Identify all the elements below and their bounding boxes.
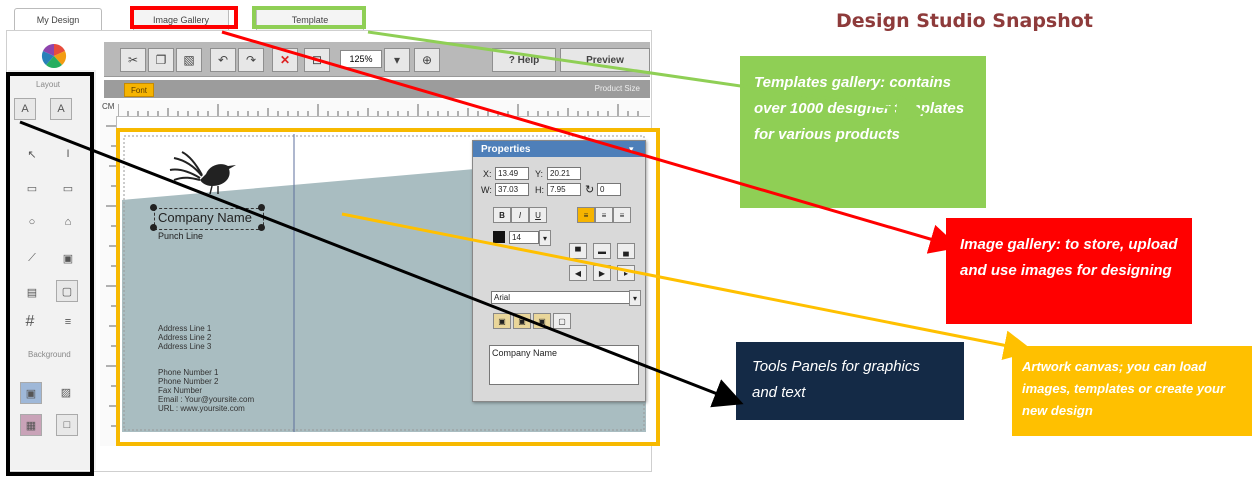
arrow-artwork [341,212,1034,361]
annotation-arrows [19,30,1034,408]
arrow-tools [19,120,744,408]
